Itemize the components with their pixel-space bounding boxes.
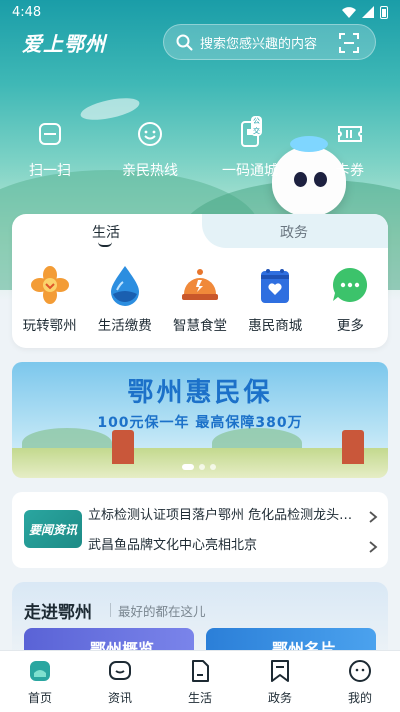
service-item-bills[interactable]: 生活缴费 [87, 264, 162, 334]
smile-icon [138, 122, 162, 146]
wifi-icon [342, 6, 356, 18]
flower-icon [30, 266, 69, 304]
bottom-nav: 首页 资讯 生活 政务 我的 [0, 650, 400, 712]
nav-government[interactable]: 政务 [240, 651, 320, 712]
food-cloche-icon [182, 269, 218, 300]
service-grid: 玩转鄂州 生活缴费 智慧食堂 惠民商城 更多 [12, 248, 388, 334]
scan-frame-icon [39, 123, 61, 145]
service-item-explore[interactable]: 玩转鄂州 [12, 264, 87, 334]
quick-item-hotline[interactable]: 亲民热线 [100, 120, 200, 180]
service-tabs: 生活 政务 [12, 214, 388, 248]
carousel-dot[interactable] [182, 464, 194, 470]
service-item-label: 智慧食堂 [173, 318, 227, 334]
tab-government[interactable]: 政务 [280, 222, 308, 242]
nav-profile[interactable]: 我的 [320, 651, 400, 712]
nav-label: 政务 [267, 691, 292, 705]
service-item-canteen[interactable]: 智慧食堂 [162, 264, 237, 334]
status-icons [342, 5, 388, 19]
carousel-indicator [182, 464, 216, 470]
profile-face-icon [349, 660, 371, 682]
quick-item-coupon[interactable]: 卡券 [300, 120, 400, 180]
scan-icon[interactable] [339, 33, 359, 53]
more-chat-icon [333, 267, 368, 302]
ticket-icon [338, 126, 362, 142]
quick-item-label: 扫一扫 [29, 163, 71, 179]
news-headline[interactable]: 立标检测认证项目落户鄂州 危化品检测龙头… [88, 504, 360, 523]
quick-item-label: 一码通城 [222, 163, 278, 179]
chevron-right-icon[interactable] [368, 510, 378, 524]
battery-icon [380, 5, 388, 19]
nav-home[interactable]: 首页 [0, 651, 80, 712]
top-header: 爱上鄂州 搜索您感兴趣的内容 [0, 24, 400, 64]
banner-tower [112, 430, 134, 464]
nav-life[interactable]: 生活 [160, 651, 240, 712]
active-tab-indicator [98, 242, 112, 247]
bus-badge: 公交 [251, 116, 262, 136]
app-logo: 爱上鄂州 [22, 32, 106, 56]
search-placeholder: 搜索您感兴趣的内容 [200, 36, 318, 52]
quick-item-citycode[interactable]: 公交 一码通城 [200, 116, 300, 180]
nav-label: 生活 [187, 691, 212, 705]
quick-item-label: 亲民热线 [122, 163, 178, 179]
chevron-right-icon[interactable] [368, 540, 378, 554]
promo-banner[interactable]: 鄂州惠民保 100元保一年 最高保障380万 [12, 362, 388, 478]
carousel-dot[interactable] [199, 464, 205, 470]
carousel-dot[interactable] [210, 464, 216, 470]
service-item-mall[interactable]: 惠民商城 [238, 264, 313, 334]
home-icon [30, 661, 50, 681]
explore-subtitle: 最好的都在这儿 [118, 604, 206, 619]
news-headline[interactable]: 武昌鱼品牌文化中心亮相北京 [88, 534, 360, 553]
banner-tower [342, 430, 364, 464]
tab-life[interactable]: 生活 [92, 222, 120, 242]
nav-news[interactable]: 资讯 [80, 651, 160, 712]
banner-title: 鄂州惠民保 [127, 378, 273, 408]
service-item-label: 更多 [336, 318, 364, 334]
water-drop-icon [110, 266, 139, 306]
news-chat-icon [109, 661, 131, 680]
explore-divider [110, 603, 111, 617]
service-item-more[interactable]: 更多 [313, 264, 388, 334]
nav-label: 我的 [347, 691, 372, 705]
nav-label: 资讯 [107, 691, 132, 705]
status-time: 4:48 [12, 4, 42, 20]
search-bar[interactable]: 搜索您感兴趣的内容 [163, 24, 376, 60]
quick-item-label: 卡券 [336, 163, 364, 179]
news-card: 要闻资讯 立标检测认证项目落户鄂州 危化品检测龙头… 武昌鱼品牌文化中心亮相北京 [12, 492, 388, 568]
service-item-label: 惠民商城 [248, 318, 303, 334]
service-card: 生活 政务 玩转鄂州 生活缴费 智慧食堂 惠民商城 更多 [12, 214, 388, 348]
banner-subtitle: 100元保一年 最高保障380万 [97, 415, 303, 431]
search-icon [176, 34, 193, 50]
quick-actions: 扫一扫 亲民热线 公交 一码通城 卡券 [0, 116, 400, 180]
banner-ground [12, 448, 388, 478]
news-logo: 要闻资讯 [24, 510, 82, 548]
document-icon [192, 660, 209, 682]
service-item-label: 生活缴费 [97, 318, 152, 334]
explore-title: 走进鄂州 [24, 603, 92, 623]
nav-label: 首页 [27, 691, 52, 705]
signal-icon [362, 6, 374, 18]
status-bar: 4:48 [0, 0, 400, 24]
quick-item-scan[interactable]: 扫一扫 [0, 120, 100, 180]
service-item-label: 玩转鄂州 [22, 318, 77, 334]
bookmark-icon [271, 660, 289, 682]
shopping-bag-icon [261, 269, 290, 303]
